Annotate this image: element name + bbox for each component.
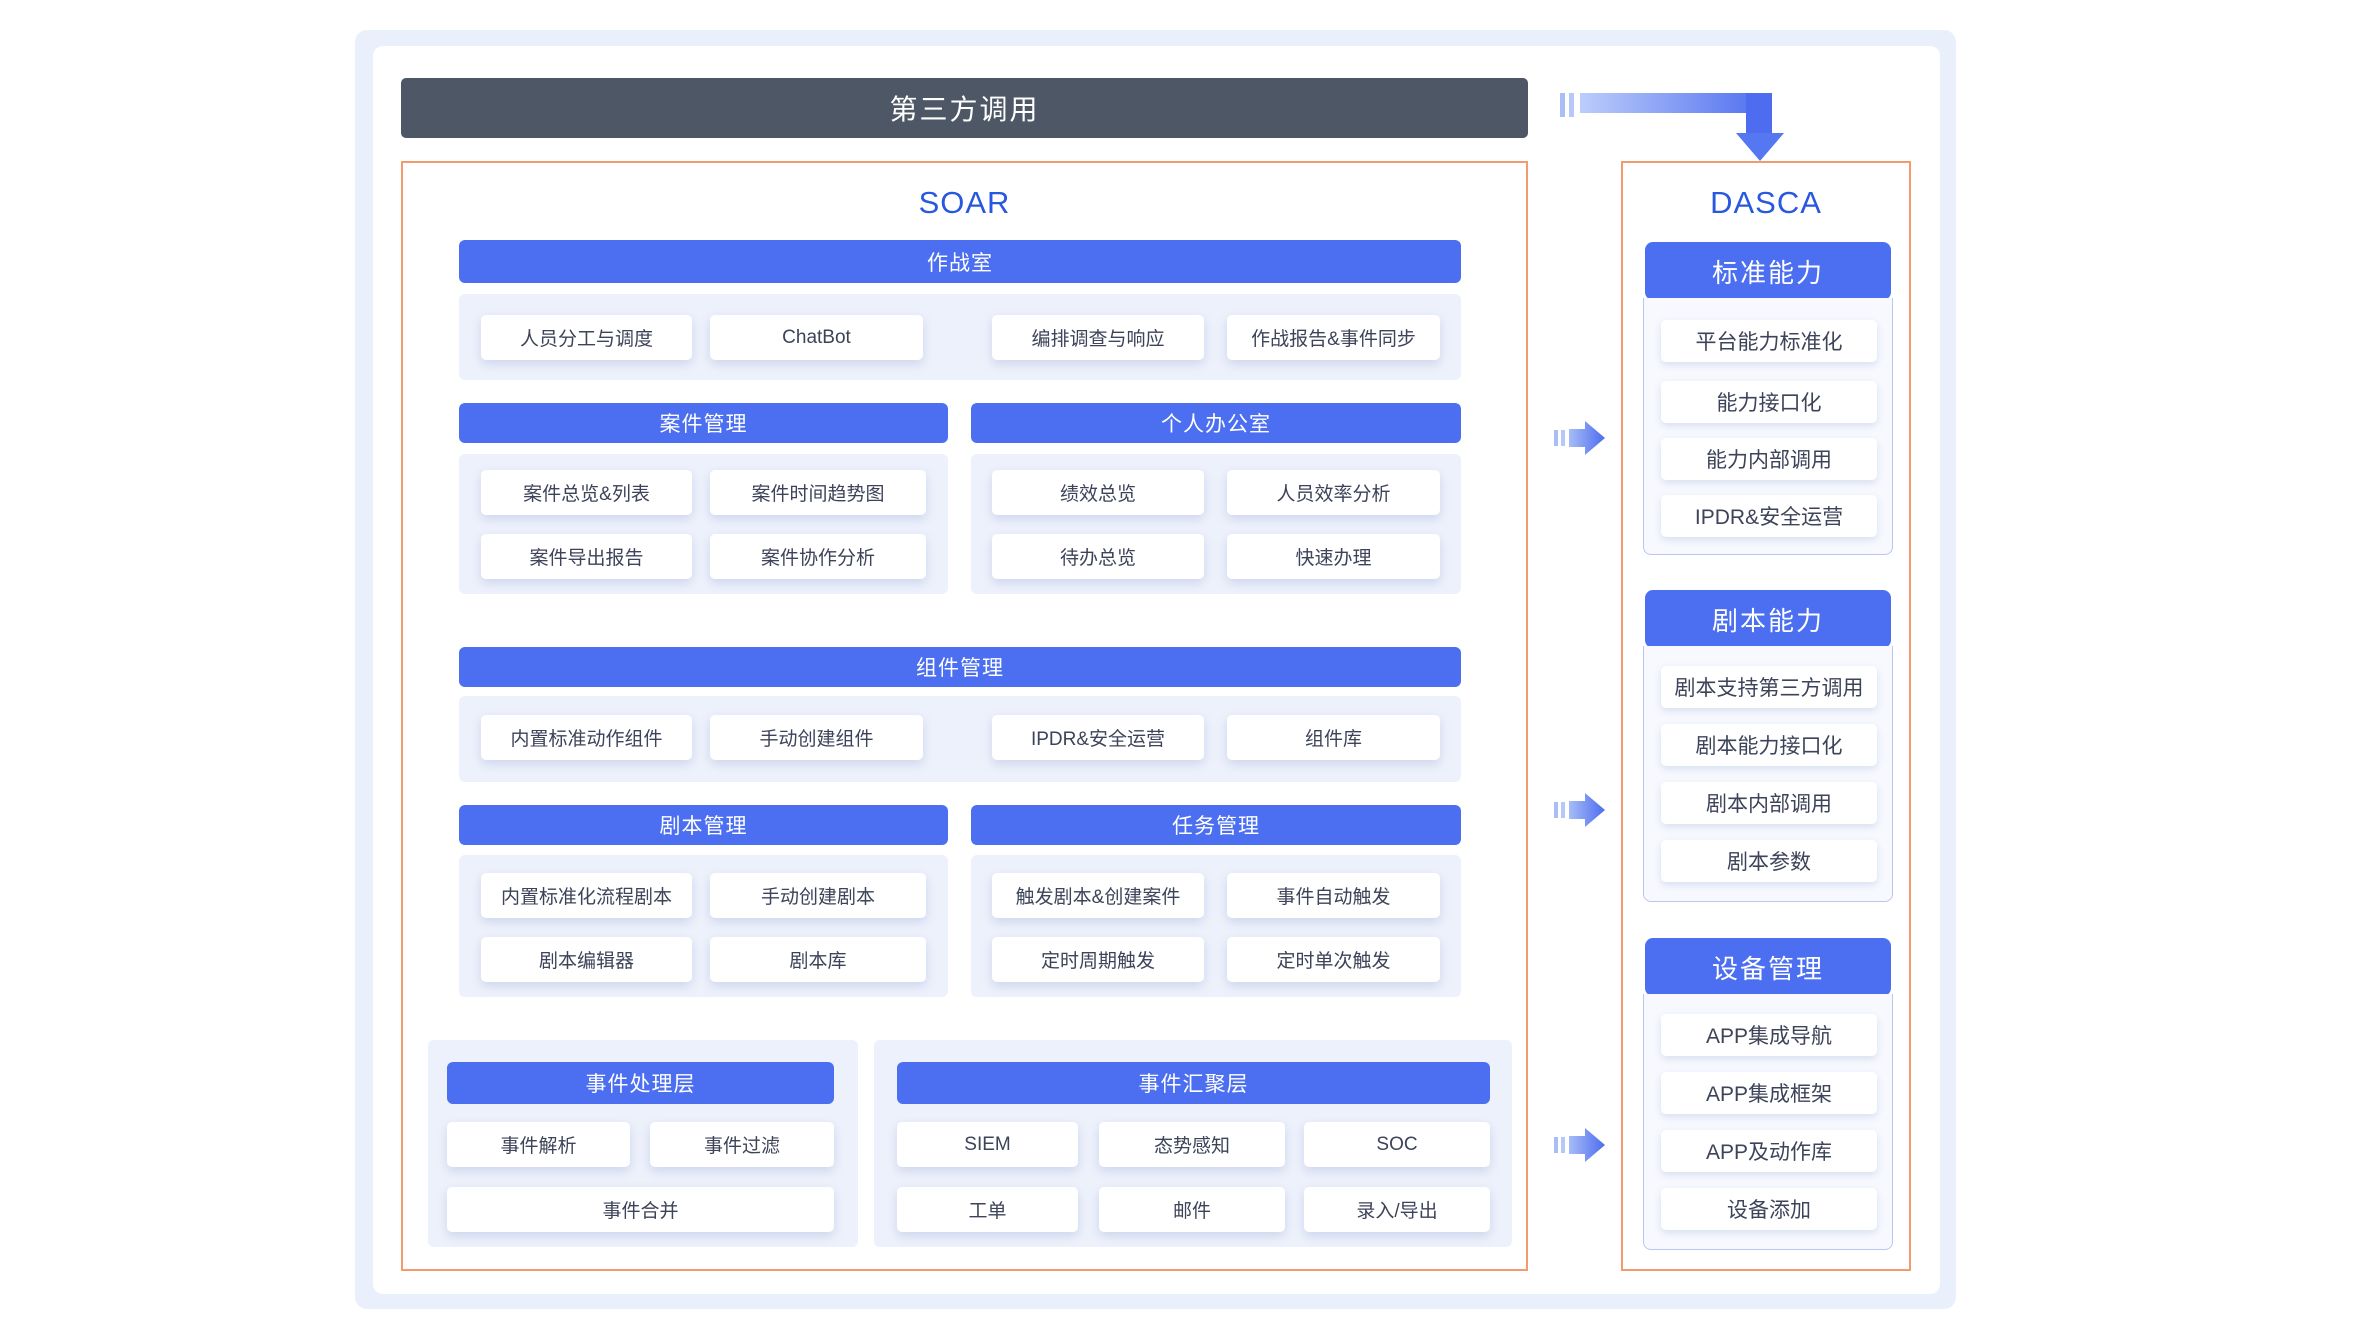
dasca-frame: DASCA 标准能力 平台能力标准化 能力接口化 能力内部调用 IPDR&安全运… [1621,161,1911,1271]
task-mgmt-btn-2: 定时周期触发 [992,937,1204,982]
case-mgmt-btn-2: 案件导出报告 [481,534,692,579]
war-room-header: 作战室 [459,240,1461,283]
device-mgmt-item-1: APP集成框架 [1661,1072,1877,1114]
topbar-to-dasca-arrow [1552,85,1792,165]
event-aggregation-btn-0: SIEM [897,1122,1078,1167]
device-mgmt-header: 设备管理 [1645,938,1891,996]
event-aggregation-btn-1: 态势感知 [1099,1122,1285,1167]
event-aggregation-btn-2: SOC [1304,1122,1490,1167]
dasca-title: DASCA [1623,185,1909,221]
component-mgmt-btn-0: 内置标准动作组件 [481,715,692,760]
task-mgmt-btn-1: 事件自动触发 [1227,873,1440,918]
war-room-btn-2: 编排调查与响应 [992,315,1204,360]
event-processing-btn-1: 事件过滤 [650,1122,834,1167]
task-mgmt-panel: 触发剧本&创建案件 事件自动触发 定时周期触发 定时单次触发 [971,855,1461,997]
third-party-call-label: 第三方调用 [889,88,1039,128]
playbook-capability-item-3: 剧本参数 [1661,840,1877,882]
personal-office-btn-3: 快速办理 [1227,534,1440,579]
case-mgmt-header: 案件管理 [459,403,948,443]
standard-capability-item-1: 能力接口化 [1661,381,1877,423]
case-mgmt-panel: 案件总览&列表 案件时间趋势图 案件导出报告 案件协作分析 [459,454,948,594]
third-party-call-bar: 第三方调用 [401,78,1528,138]
playbook-mgmt-header: 剧本管理 [459,805,948,845]
soar-to-dasca-arrow-3 [1548,1120,1608,1170]
component-mgmt-btn-1: 手动创建组件 [710,715,923,760]
standard-capability-item-2: 能力内部调用 [1661,438,1877,480]
playbook-capability-body: 剧本支持第三方调用 剧本能力接口化 剧本内部调用 剧本参数 [1643,646,1893,902]
event-processing-header: 事件处理层 [447,1062,834,1104]
playbook-capability-item-0: 剧本支持第三方调用 [1661,666,1877,708]
standard-capability-item-0: 平台能力标准化 [1661,320,1877,362]
component-mgmt-btn-2: IPDR&安全运营 [992,715,1204,760]
event-aggregation-btn-5: 录入/导出 [1304,1187,1490,1232]
component-mgmt-panel: 内置标准动作组件 手动创建组件 IPDR&安全运营 组件库 [459,696,1461,782]
event-processing-btn-0: 事件解析 [447,1122,630,1167]
playbook-mgmt-btn-1: 手动创建剧本 [710,873,926,918]
case-mgmt-btn-0: 案件总览&列表 [481,470,692,515]
task-mgmt-btn-3: 定时单次触发 [1227,937,1440,982]
war-room-btn-3: 作战报告&事件同步 [1227,315,1440,360]
playbook-mgmt-btn-0: 内置标准化流程剧本 [481,873,692,918]
playbook-mgmt-btn-2: 剧本编辑器 [481,937,692,982]
component-mgmt-header: 组件管理 [459,647,1461,687]
case-mgmt-btn-1: 案件时间趋势图 [710,470,926,515]
playbook-capability-item-2: 剧本内部调用 [1661,782,1877,824]
playbook-capability-item-1: 剧本能力接口化 [1661,724,1877,766]
war-room-panel: 人员分工与调度 ChatBot 编排调查与响应 作战报告&事件同步 [459,294,1461,380]
playbook-capability-header: 剧本能力 [1645,590,1891,648]
personal-office-panel: 绩效总览 人员效率分析 待办总览 快速办理 [971,454,1461,594]
device-mgmt-item-3: 设备添加 [1661,1188,1877,1230]
task-mgmt-btn-0: 触发剧本&创建案件 [992,873,1204,918]
event-aggregation-header: 事件汇聚层 [897,1062,1490,1104]
soar-title: SOAR [403,185,1526,221]
war-room-btn-0: 人员分工与调度 [481,315,692,360]
personal-office-btn-1: 人员效率分析 [1227,470,1440,515]
standard-capability-item-3: IPDR&安全运营 [1661,495,1877,537]
personal-office-btn-0: 绩效总览 [992,470,1204,515]
event-aggregation-btn-4: 邮件 [1099,1187,1285,1232]
event-processing-panel: 事件处理层 事件解析 事件过滤 事件合并 [428,1040,858,1247]
soar-frame: SOAR 作战室 人员分工与调度 ChatBot 编排调查与响应 作战报告&事件… [401,161,1528,1271]
soar-to-dasca-arrow-2 [1548,785,1608,835]
device-mgmt-item-0: APP集成导航 [1661,1014,1877,1056]
standard-capability-header: 标准能力 [1645,242,1891,300]
component-mgmt-btn-3: 组件库 [1227,715,1440,760]
device-mgmt-body: APP集成导航 APP集成框架 APP及动作库 设备添加 [1643,994,1893,1250]
device-mgmt-item-2: APP及动作库 [1661,1130,1877,1172]
event-aggregation-btn-3: 工单 [897,1187,1078,1232]
war-room-btn-1: ChatBot [710,315,923,360]
soar-to-dasca-arrow-1 [1548,413,1608,463]
playbook-mgmt-panel: 内置标准化流程剧本 手动创建剧本 剧本编辑器 剧本库 [459,855,948,997]
event-aggregation-panel: 事件汇聚层 SIEM 态势感知 SOC 工单 邮件 录入/导出 [874,1040,1512,1247]
task-mgmt-header: 任务管理 [971,805,1461,845]
architecture-diagram: { "topbar": { "label": "第三方调用" }, "soar"… [0,0,2362,1330]
personal-office-header: 个人办公室 [971,403,1461,443]
playbook-mgmt-btn-3: 剧本库 [710,937,926,982]
personal-office-btn-2: 待办总览 [992,534,1204,579]
case-mgmt-btn-3: 案件协作分析 [710,534,926,579]
standard-capability-body: 平台能力标准化 能力接口化 能力内部调用 IPDR&安全运营 [1643,298,1893,555]
event-processing-btn-2: 事件合并 [447,1187,834,1232]
